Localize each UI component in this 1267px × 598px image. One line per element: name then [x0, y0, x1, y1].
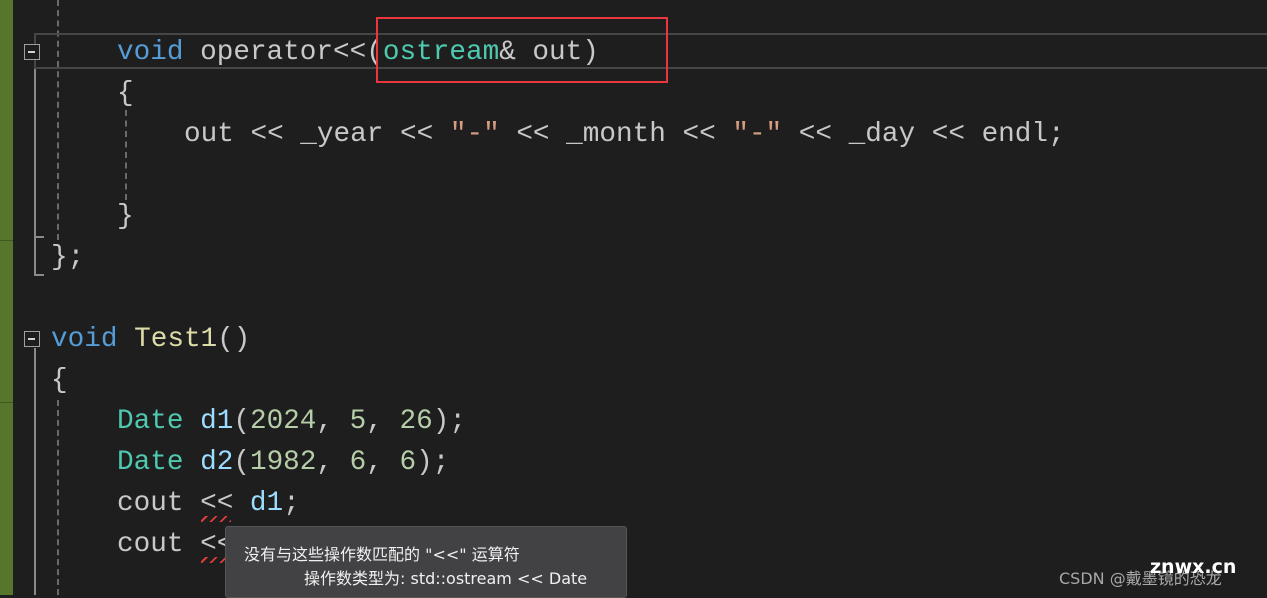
params: ()	[217, 324, 251, 355]
code-text: << _day << endl;	[782, 119, 1065, 150]
function-name: Test1	[134, 324, 218, 355]
punct: (	[233, 447, 250, 478]
number: 5	[349, 406, 367, 437]
tooltip-detail: 操作数类型为: std::ostream << Date	[304, 569, 588, 588]
change-indicator-bar	[0, 0, 13, 595]
number: 6	[349, 447, 367, 478]
indent-guide	[125, 110, 127, 200]
keyword: void	[117, 37, 184, 68]
number: 2024	[249, 406, 317, 437]
type-name: Date	[117, 447, 184, 478]
operator-name: operator<<(	[200, 37, 383, 68]
type-name: Date	[117, 406, 184, 437]
number: 1982	[249, 447, 317, 478]
punct: ,	[366, 447, 400, 478]
fold-bracket	[34, 236, 44, 276]
keyword: void	[51, 324, 118, 355]
annotation-highlight-box	[376, 17, 668, 83]
code-line: };	[51, 242, 85, 273]
gutter-separator	[0, 402, 13, 403]
code-text: << _month <<	[499, 119, 733, 150]
code-line: }	[117, 201, 134, 232]
punct: ;	[283, 488, 300, 519]
tooltip-message: 没有与这些操作数匹配的 "<<" 运算符	[244, 545, 520, 564]
code-text: cout <<	[117, 488, 250, 519]
punct: (	[233, 406, 250, 437]
variable: d2	[200, 447, 234, 478]
punct: ,	[316, 447, 350, 478]
variable: d1	[249, 488, 284, 519]
code-line: Date d1(2024, 5, 26);	[117, 401, 466, 442]
code-line: {	[51, 365, 68, 396]
code-line: void Test1()	[51, 319, 250, 360]
punct: );	[416, 447, 450, 478]
number: 6	[399, 447, 417, 478]
code-text: out << _year <<	[184, 119, 450, 150]
variable: d1	[200, 406, 234, 437]
code-line: out << _year << "-" << _month << "-" << …	[184, 114, 1065, 155]
indent-guide	[57, 400, 59, 595]
gutter-separator	[0, 240, 13, 241]
collapse-icon[interactable]	[24, 331, 40, 347]
code-line: Date d2(1982, 6, 6);	[117, 442, 449, 483]
error-tooltip: 没有与这些操作数匹配的 "<<" 运算符 操作数类型为: std::ostrea…	[225, 526, 627, 598]
error-squiggle[interactable]	[201, 516, 231, 522]
punct: ,	[366, 406, 400, 437]
fold-guide	[34, 348, 36, 595]
string-literal: "-"	[732, 119, 783, 150]
string-literal: "-"	[449, 119, 500, 150]
site-watermark: znwx.cn	[1150, 556, 1237, 578]
punct: );	[432, 406, 466, 437]
punct: ,	[316, 406, 350, 437]
code-line: {	[117, 78, 134, 109]
collapse-icon[interactable]	[24, 44, 40, 60]
number: 26	[399, 406, 433, 437]
